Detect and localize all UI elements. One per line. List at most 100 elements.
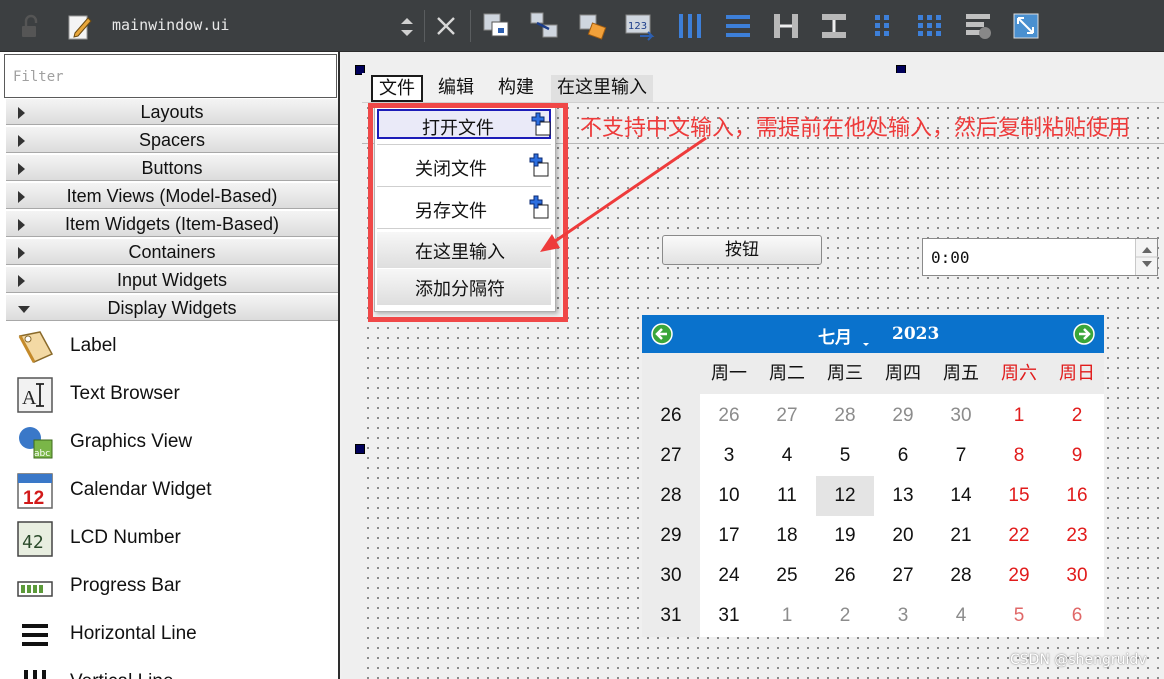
calendar-day[interactable]: 4 — [932, 596, 990, 636]
svg-text:abc: abc — [34, 449, 50, 459]
calendar-day[interactable]: 16 — [1048, 476, 1106, 516]
calendar-day[interactable]: 21 — [932, 516, 990, 556]
week-number: 26 — [660, 405, 682, 426]
calendar-day[interactable]: 28 — [816, 396, 874, 436]
calendar-day[interactable]: 30 — [1048, 556, 1106, 596]
calendar-day[interactable]: 26 — [816, 556, 874, 596]
calendar-day[interactable]: 28 — [932, 556, 990, 596]
category-item-views[interactable]: Item Views (Model-Based) — [6, 182, 338, 209]
calendar-day[interactable]: 5 — [816, 436, 874, 476]
time-edit[interactable]: 0:00 — [922, 238, 1158, 276]
calendar-day[interactable]: 26 — [700, 396, 758, 436]
layout-horizontal-splitter-icon[interactable] — [770, 10, 802, 42]
svg-text:12: 12 — [23, 488, 44, 509]
layout-horizontal-icon[interactable] — [674, 10, 706, 42]
close-icon[interactable] — [430, 10, 462, 42]
calendar-widget[interactable]: 七月 2023 周一 周二 周三 周四 周五 周六 周日 26 26 27 28 29 3… — [642, 315, 1104, 637]
calendar-year[interactable]: 2023 — [892, 324, 939, 344]
calendar-day[interactable]: 8 — [990, 436, 1048, 476]
chevron-updown-icon[interactable] — [398, 14, 416, 40]
widget-item-lcd-number[interactable]: 42 LCD Number — [10, 514, 336, 562]
calendar-day[interactable]: 18 — [758, 516, 816, 556]
calendar-day[interactable]: 25 — [758, 556, 816, 596]
adjust-size-icon[interactable] — [1010, 10, 1042, 42]
calendar-day[interactable]: 27 — [874, 556, 932, 596]
calendar-day[interactable]: 5 — [990, 596, 1048, 636]
menu-type-here[interactable]: 在这里输入 — [551, 75, 653, 102]
previous-month-icon[interactable] — [650, 322, 674, 346]
time-spin-buttons[interactable] — [1135, 239, 1158, 275]
widget-item-label[interactable]: Label — [10, 322, 336, 370]
category-display-widgets[interactable]: Display Widgets — [6, 294, 338, 321]
calendar-day[interactable]: 2 — [816, 596, 874, 636]
calendar-day[interactable]: 31 — [700, 596, 758, 636]
svg-text:42: 42 — [22, 532, 44, 553]
calendar-day[interactable]: 22 — [990, 516, 1048, 556]
calendar-day[interactable]: 30 — [932, 396, 990, 436]
calendar-day[interactable]: 12 — [816, 476, 874, 516]
calendar-day[interactable]: 3 — [700, 436, 758, 476]
calendar-day[interactable]: 14 — [932, 476, 990, 516]
edit-tab-order-icon[interactable]: 123 — [624, 10, 656, 42]
category-spacers[interactable]: Spacers — [6, 126, 338, 153]
layout-form-icon[interactable] — [866, 10, 898, 42]
calendar-day[interactable]: 4 — [758, 436, 816, 476]
edit-widgets-icon[interactable] — [480, 10, 512, 42]
calendar-day[interactable]: 11 — [758, 476, 816, 516]
menu-file[interactable]: 文件 — [371, 75, 423, 102]
calendar-day[interactable]: 19 — [816, 516, 874, 556]
filter-input[interactable]: Filter — [4, 54, 337, 98]
widget-item-vertical-line[interactable]: Vertical Line — [10, 658, 336, 679]
calendar-month[interactable]: 七月 — [818, 323, 852, 348]
svg-text:123: 123 — [628, 21, 647, 32]
toolbar-separator — [424, 10, 425, 42]
calendar-day[interactable]: 13 — [874, 476, 932, 516]
lcd-number-icon: 42 — [17, 521, 53, 557]
widget-item-text-browser[interactable]: A Text Browser — [10, 370, 336, 418]
layout-grid-icon[interactable] — [914, 10, 946, 42]
lock-icon[interactable] — [18, 14, 44, 40]
calendar-day[interactable]: 3 — [874, 596, 932, 636]
calendar-day[interactable]: 6 — [874, 436, 932, 476]
category-layouts[interactable]: Layouts — [6, 98, 338, 125]
calendar-day[interactable]: 29 — [990, 556, 1048, 596]
calendar-day[interactable]: 27 — [758, 396, 816, 436]
calendar-day[interactable]: 29 — [874, 396, 932, 436]
calendar-day[interactable]: 7 — [932, 436, 990, 476]
chevron-down-icon — [863, 343, 869, 346]
calendar-day[interactable]: 9 — [1048, 436, 1106, 476]
menu-build[interactable]: 构建 — [492, 75, 540, 102]
file-name[interactable]: mainwindow.ui — [112, 16, 229, 34]
edit-buddies-icon[interactable] — [576, 10, 608, 42]
horizontal-line-icon — [22, 624, 48, 646]
calendar-day[interactable]: 17 — [700, 516, 758, 556]
calendar-day[interactable]: 1 — [990, 396, 1048, 436]
calendar-day[interactable]: 2 — [1048, 396, 1106, 436]
resize-handle-left[interactable] — [355, 444, 365, 454]
chevron-down-icon — [18, 306, 30, 313]
calendar-day[interactable]: 15 — [990, 476, 1048, 516]
widget-item-calendar[interactable]: 12 Calendar Widget — [10, 466, 336, 514]
edit-signals-slots-icon[interactable] — [528, 10, 560, 42]
break-layout-icon[interactable] — [962, 10, 994, 42]
calendar-day[interactable]: 23 — [1048, 516, 1106, 556]
category-input-widgets[interactable]: Input Widgets — [6, 266, 338, 293]
calendar-day[interactable]: 24 — [700, 556, 758, 596]
spin-arrows-icon[interactable] — [1136, 239, 1158, 275]
calendar-day[interactable]: 6 — [1048, 596, 1106, 636]
push-button[interactable]: 按钮 — [662, 235, 822, 265]
calendar-day[interactable]: 1 — [758, 596, 816, 636]
category-buttons[interactable]: Buttons — [6, 154, 338, 181]
layout-vertical-splitter-icon[interactable] — [818, 10, 850, 42]
widget-item-horizontal-line[interactable]: Horizontal Line — [10, 610, 336, 658]
next-month-icon[interactable] — [1072, 322, 1096, 346]
category-containers[interactable]: Containers — [6, 238, 338, 265]
widget-item-graphics-view[interactable]: abc Graphics View — [10, 418, 336, 466]
layout-vertical-icon[interactable] — [722, 10, 754, 42]
calendar-day[interactable]: 20 — [874, 516, 932, 556]
menu-edit[interactable]: 编辑 — [432, 75, 480, 102]
calendar-day[interactable]: 10 — [700, 476, 758, 516]
widget-item-progress-bar[interactable]: Progress Bar — [10, 562, 336, 610]
label-icon — [18, 331, 54, 363]
category-item-widgets[interactable]: Item Widgets (Item-Based) — [6, 210, 338, 237]
